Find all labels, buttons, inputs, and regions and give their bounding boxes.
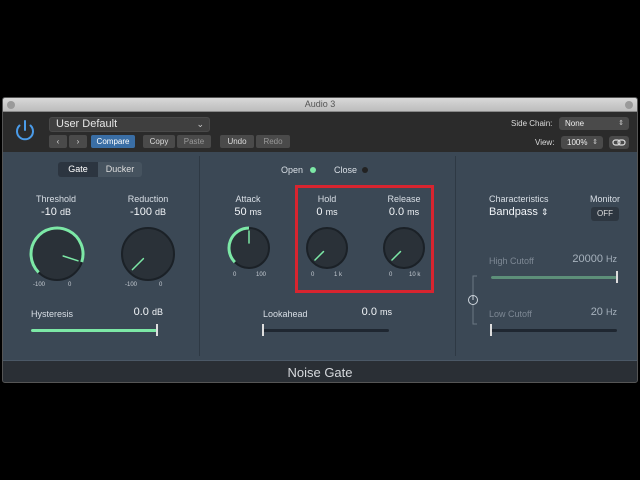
hysteresis-slider-fill xyxy=(31,329,157,332)
view-label: View: xyxy=(535,138,555,147)
lookahead-value-display[interactable]: 0.0 ms xyxy=(338,306,392,318)
hysteresis-value: 0.0 xyxy=(133,306,149,318)
preset-label: User Default xyxy=(56,118,118,130)
redo-button[interactable]: Redo xyxy=(256,135,290,148)
attack-label: Attack xyxy=(235,194,261,204)
plugin-name: Noise Gate xyxy=(287,365,353,380)
low-cutoff-value-display[interactable]: 20 Hz xyxy=(563,306,617,318)
lookahead-slider-track[interactable] xyxy=(263,329,389,332)
plugin-header: User Default ⌄ ‹ › Compare Copy Paste Un… xyxy=(3,112,637,152)
monitor-toggle[interactable]: OFF xyxy=(591,207,619,221)
attack-knob[interactable] xyxy=(225,224,273,272)
low-cutoff-unit: Hz xyxy=(606,307,617,317)
attack-value: 50 xyxy=(234,206,247,218)
cutoff-link-icon[interactable] xyxy=(466,272,484,328)
power-icon[interactable] xyxy=(12,118,38,144)
reduction-max-label: 0 xyxy=(159,282,163,288)
chevron-updown-icon: ⇕ xyxy=(618,120,624,127)
link-icon xyxy=(612,139,626,146)
ducker-mode-button[interactable]: Ducker xyxy=(98,162,142,177)
view-value: 100% xyxy=(567,138,588,147)
view-select[interactable]: 100% ⇕ xyxy=(561,136,603,149)
chevron-updown-icon: ⇕ xyxy=(541,207,549,217)
undo-button[interactable]: Undo xyxy=(220,135,254,148)
high-cutoff-label: High Cutoff xyxy=(489,256,534,266)
lookahead-slider-handle[interactable] xyxy=(262,324,264,336)
threshold-label: Threshold xyxy=(35,194,77,204)
high-cutoff-value: 20000 xyxy=(572,253,603,265)
high-cutoff-value-display[interactable]: 20000 Hz xyxy=(543,253,617,265)
next-preset-button[interactable]: › xyxy=(69,135,87,148)
side-chain-select[interactable]: None ⇕ xyxy=(559,117,629,130)
characteristics-value: Bandpass xyxy=(489,206,538,218)
close-label: Close xyxy=(334,165,358,175)
monitor-label: Monitor xyxy=(589,194,620,204)
attack-min-label: 0 xyxy=(233,272,237,278)
paste-button[interactable]: Paste xyxy=(177,135,211,148)
open-indicator-led xyxy=(310,167,316,173)
compare-button[interactable]: Compare xyxy=(91,135,135,148)
threshold-min-label: -100 xyxy=(33,282,46,288)
chevron-updown-icon: ⇕ xyxy=(592,139,598,146)
chevron-down-icon: ⌄ xyxy=(196,119,204,129)
characteristics-select[interactable]: Bandpass ⇕ xyxy=(489,206,549,218)
threshold-unit: dB xyxy=(59,207,71,217)
reduction-unit: dB xyxy=(155,207,167,217)
low-cutoff-value: 20 xyxy=(590,306,603,318)
title-bar: Audio 3 xyxy=(3,98,637,112)
threshold-value: -10 xyxy=(41,206,57,218)
reduction-value: -100 xyxy=(129,206,152,218)
characteristics-label: Characteristics xyxy=(489,194,549,204)
plugin-footer: Noise Gate xyxy=(3,360,637,382)
reduction-min-label: -100 xyxy=(125,282,138,288)
low-cutoff-label: Low Cutoff xyxy=(489,309,532,319)
threshold-max-label: 0 xyxy=(68,282,72,288)
previous-preset-button[interactable]: ‹ xyxy=(49,135,67,148)
hold-release-highlight-box xyxy=(295,185,434,293)
high-cutoff-slider-handle[interactable] xyxy=(616,271,618,283)
threshold-knob[interactable] xyxy=(27,224,87,284)
preset-selector[interactable]: User Default ⌄ xyxy=(49,117,210,132)
hysteresis-unit: dB xyxy=(151,307,163,317)
hysteresis-slider-handle[interactable] xyxy=(156,324,158,336)
lookahead-value: 0.0 xyxy=(361,306,377,318)
gate-mode-button[interactable]: Gate xyxy=(58,162,98,177)
copy-button[interactable]: Copy xyxy=(143,135,175,148)
link-button[interactable] xyxy=(609,136,629,149)
attack-max-label: 100 xyxy=(256,272,267,278)
high-cutoff-unit: Hz xyxy=(606,254,617,264)
attack-value-display[interactable]: 50 ms xyxy=(218,206,278,218)
window-title: Audio 3 xyxy=(304,99,336,109)
attack-unit: ms xyxy=(249,207,262,217)
reduction-value-display[interactable]: -100 dB xyxy=(109,206,187,218)
reduction-label: Reduction xyxy=(127,194,169,204)
side-chain-label: Side Chain: xyxy=(511,119,553,128)
low-cutoff-slider-track[interactable] xyxy=(491,329,617,332)
open-label: Open xyxy=(281,165,304,175)
low-cutoff-slider-handle[interactable] xyxy=(490,324,492,336)
hysteresis-label: Hysteresis xyxy=(31,309,74,319)
close-indicator-led xyxy=(362,167,368,173)
reduction-knob-body xyxy=(121,227,175,281)
hysteresis-value-display[interactable]: 0.0 dB xyxy=(113,306,163,318)
side-chain-value: None xyxy=(565,119,585,128)
lookahead-label: Lookahead xyxy=(263,309,308,319)
lookahead-unit: ms xyxy=(380,307,392,317)
high-cutoff-slider-fill xyxy=(491,276,617,279)
threshold-value-display[interactable]: -10 dB xyxy=(17,206,95,218)
reduction-knob[interactable] xyxy=(118,224,178,284)
